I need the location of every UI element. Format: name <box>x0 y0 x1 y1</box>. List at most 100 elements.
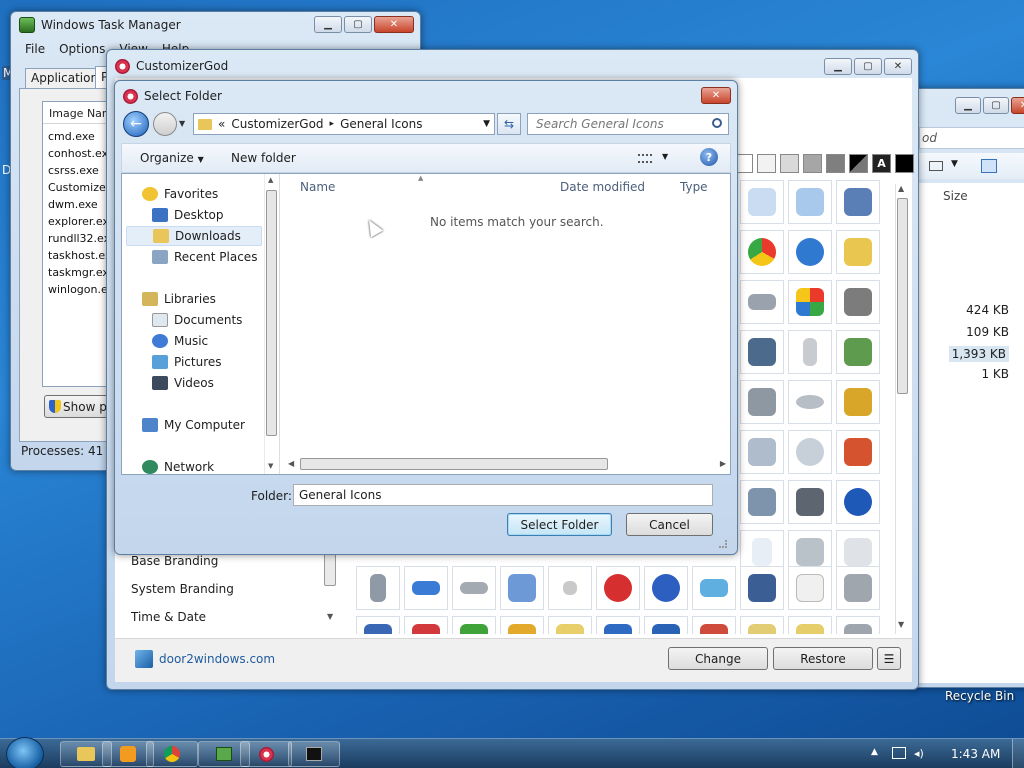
breadcrumb-separator-icon[interactable]: ▸ <box>330 119 335 129</box>
explorer-close-button[interactable]: ✕ <box>1011 97 1024 114</box>
sidebar-scrollbar[interactable] <box>324 550 336 586</box>
date-modified-column-header[interactable]: Date modified <box>560 180 645 194</box>
search-box[interactable]: Search General Icons <box>527 113 729 135</box>
icon-cell[interactable] <box>548 566 592 610</box>
name-column-header[interactable]: Name <box>300 180 335 194</box>
icon-cell[interactable] <box>740 616 784 634</box>
icon-cell[interactable] <box>500 616 544 634</box>
resize-grip-icon[interactable] <box>719 540 727 548</box>
search-input[interactable]: Search General Icons <box>536 117 664 131</box>
folder-input[interactable]: General Icons <box>293 484 713 506</box>
taskmgr-maximize-button[interactable]: ▢ <box>344 16 372 33</box>
icon-cell[interactable] <box>740 330 784 374</box>
icon-cell[interactable] <box>788 230 832 274</box>
taskbar-customizergod-button[interactable] <box>240 741 292 767</box>
organize-button[interactable]: Organize ▼ <box>140 151 204 165</box>
icon-cell[interactable] <box>740 480 784 524</box>
grid-scroll-down-icon[interactable]: ▼ <box>898 620 904 629</box>
view-dropdown-icon[interactable]: ▼ <box>662 152 668 161</box>
icon-cell[interactable] <box>740 230 784 274</box>
icon-cell[interactable] <box>740 566 784 610</box>
nav-favorites[interactable]: Favorites <box>142 184 218 204</box>
color-swatch[interactable] <box>895 154 914 173</box>
taskbar-chrome-button[interactable] <box>146 741 198 767</box>
grid-scroll-up-icon[interactable]: ▲ <box>898 184 904 193</box>
taskbar-cmd-button[interactable] <box>288 741 340 767</box>
icon-cell[interactable] <box>836 230 880 274</box>
breadcrumb-root[interactable]: CustomizerGod <box>231 117 323 131</box>
icon-cell[interactable] <box>692 616 736 634</box>
icon-cell[interactable] <box>644 616 688 634</box>
icon-cell[interactable] <box>452 616 496 634</box>
select-folder-button[interactable]: Select Folder <box>507 513 612 536</box>
icon-cell[interactable] <box>836 380 880 424</box>
taskbar-clock[interactable]: 1:43 AM <box>951 747 1000 761</box>
restore-button[interactable]: Restore <box>773 647 873 670</box>
icon-cell[interactable] <box>692 566 736 610</box>
process-item[interactable]: dwm.exe <box>48 198 98 211</box>
preview-pane-icon[interactable] <box>981 159 997 173</box>
icon-cell[interactable] <box>836 566 880 610</box>
new-folder-button[interactable]: New folder <box>231 151 296 165</box>
horizontal-scrollbar[interactable]: ◀ ▶ <box>284 456 728 472</box>
icon-cell[interactable] <box>788 180 832 224</box>
error-icon[interactable] <box>596 566 640 610</box>
address-bar[interactable]: « CustomizerGod ▸ General Icons ▼ <box>193 113 495 135</box>
refresh-button[interactable]: ⇆ <box>497 113 521 135</box>
color-swatch[interactable] <box>780 154 799 173</box>
nav-videos[interactable]: Videos <box>152 373 214 393</box>
icon-cell[interactable] <box>788 480 832 524</box>
nav-downloads[interactable]: Downloads <box>126 226 262 246</box>
recent-locations-dropdown-icon[interactable]: ▼ <box>179 119 185 128</box>
menu-file[interactable]: File <box>25 42 45 60</box>
show-desktop-button[interactable] <box>1012 739 1024 768</box>
breadcrumb-current[interactable]: General Icons <box>340 117 422 131</box>
network-tray-icon[interactable] <box>892 747 906 759</box>
nav-libraries[interactable]: Libraries <box>142 289 216 309</box>
color-swatch[interactable] <box>849 154 868 173</box>
nav-recent-places[interactable]: Recent Places <box>152 247 257 267</box>
icon-cell[interactable] <box>500 566 544 610</box>
icon-cell[interactable] <box>788 566 832 610</box>
icon-cell[interactable] <box>548 616 592 634</box>
icon-cell[interactable] <box>404 616 448 634</box>
icon-cell[interactable] <box>788 380 832 424</box>
views-dropdown-icon[interactable]: ▼ <box>951 159 958 169</box>
process-item[interactable]: csrss.exe <box>48 164 99 177</box>
color-swatch[interactable] <box>757 154 776 173</box>
sidebar-item-system-branding[interactable]: System Branding <box>131 582 234 596</box>
h-scroll-left-icon[interactable]: ◀ <box>288 459 294 468</box>
color-swatch-text[interactable]: A <box>872 154 891 173</box>
menu-button[interactable]: ☰ <box>877 647 901 670</box>
nav-my-computer[interactable]: My Computer <box>142 415 245 435</box>
icon-cell[interactable] <box>836 330 880 374</box>
icon-cell[interactable] <box>788 280 832 324</box>
icon-cell[interactable] <box>836 616 880 634</box>
icon-cell[interactable] <box>404 566 448 610</box>
taskmgr-close-button[interactable]: ✕ <box>374 16 414 33</box>
h-scroll-right-icon[interactable]: ▶ <box>720 459 726 468</box>
grid-scroll-thumb[interactable] <box>897 198 908 394</box>
icon-cell[interactable] <box>788 330 832 374</box>
explorer-minimize-button[interactable]: ▁ <box>955 97 981 114</box>
icon-cell[interactable] <box>740 180 784 224</box>
nav-desktop[interactable]: Desktop <box>152 205 224 225</box>
cancel-button[interactable]: Cancel <box>626 513 713 536</box>
nav-scroll-thumb[interactable] <box>266 190 277 436</box>
recycle-bin-label[interactable]: Recycle Bin <box>945 689 1014 703</box>
change-button[interactable]: Change <box>668 647 768 670</box>
sidebar-scroll-down-icon[interactable]: ▼ <box>327 612 333 621</box>
icon-cell[interactable] <box>356 616 400 634</box>
color-swatch[interactable] <box>826 154 845 173</box>
nav-music[interactable]: Music <box>152 331 208 351</box>
process-item[interactable]: conhost.exe <box>48 147 115 160</box>
nav-scrollbar[interactable]: ▲ ▼ <box>264 174 278 474</box>
help-icon[interactable] <box>644 566 688 610</box>
icon-cell[interactable] <box>740 430 784 474</box>
start-button[interactable] <box>6 737 44 768</box>
select-folder-dialog[interactable]: Select Folder ✕ ← ▼ « CustomizerGod ▸ Ge… <box>114 80 738 555</box>
show-hidden-icons-icon[interactable]: ▲ <box>871 747 878 757</box>
icon-cell[interactable] <box>356 566 400 610</box>
door2windows-link[interactable]: door2windows.com <box>159 652 275 666</box>
explorer-maximize-button[interactable]: ▢ <box>983 97 1009 114</box>
